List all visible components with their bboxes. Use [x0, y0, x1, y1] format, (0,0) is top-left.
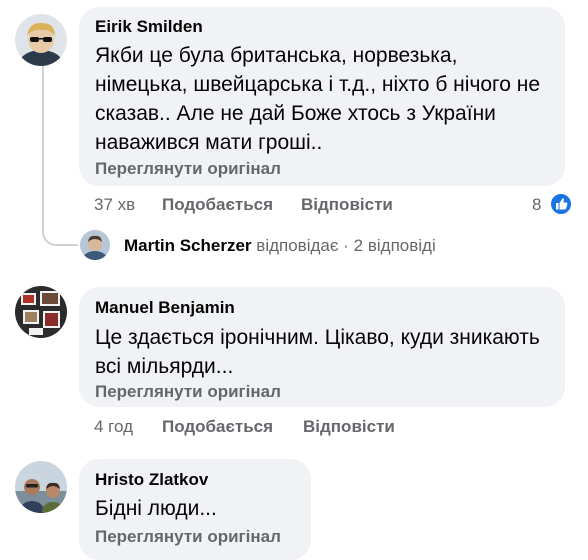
avatar-image: [15, 461, 67, 513]
reply-summary-count[interactable]: 2 відповіді: [354, 236, 436, 255]
see-original-link[interactable]: Переглянути оригінал: [95, 527, 281, 547]
see-original-link[interactable]: Переглянути оригінал: [95, 382, 281, 402]
comment-timestamp[interactable]: 37 хв: [94, 195, 135, 215]
comment-text-line: Якби це була британська, норвезька,: [95, 44, 458, 67]
thread-line: [42, 64, 44, 214]
reply-button[interactable]: Відповісти: [303, 417, 395, 437]
comment-text-line: сказав.. Але не дай Боже хтось з України: [95, 102, 496, 125]
see-original-link[interactable]: Переглянути оригінал: [95, 159, 281, 179]
comment-author[interactable]: Eirik Smilden: [95, 17, 203, 37]
reply-button[interactable]: Відповісти: [301, 195, 393, 215]
comment-author[interactable]: Hristo Zlatkov: [95, 470, 208, 490]
like-icon[interactable]: [549, 192, 573, 216]
comment-text-line: всі мільярди...: [95, 355, 234, 378]
avatar-eirik-smilden[interactable]: [15, 14, 67, 66]
reply-summary-separator: ·: [343, 236, 349, 255]
like-button[interactable]: Подобається: [162, 195, 273, 215]
avatar-hristo-zlatkov[interactable]: [15, 461, 67, 513]
comment-text-line: Бідні люди...: [95, 497, 217, 520]
comment-author[interactable]: Manuel Benjamin: [95, 298, 235, 318]
avatar-image: [15, 286, 67, 338]
avatar-martin-scherzer[interactable]: [80, 230, 110, 260]
like-button[interactable]: Подобається: [162, 417, 273, 437]
avatar-manuel-benjamin[interactable]: [15, 286, 67, 338]
reply-summary-action: відповідає: [256, 236, 339, 255]
thread-curve: [42, 214, 78, 246]
comment-timestamp[interactable]: 4 год: [94, 417, 133, 437]
reply-summary[interactable]: Martin Scherzer відповідає · 2 відповіді: [124, 236, 436, 256]
avatar-image: [80, 230, 110, 260]
comment-text-line: Це здається іронічним. Цікаво, куди зник…: [95, 326, 540, 349]
comment-bubble: Hristo Zlatkov Бідні люди... Переглянути…: [79, 459, 311, 560]
comment-text-line: німецька, швейцарська і т.д., ніхто б ні…: [95, 73, 541, 96]
comment-text-line: наважився мати гроші..: [95, 131, 323, 154]
comment-bubble: Manuel Benjamin Це здається іронічним. Ц…: [79, 287, 565, 407]
avatar-image: [15, 14, 67, 66]
reaction-count[interactable]: 8: [532, 195, 541, 215]
comment-bubble: Eirik Smilden Якби це була британська, н…: [79, 7, 565, 186]
reply-summary-author[interactable]: Martin Scherzer: [124, 236, 252, 255]
